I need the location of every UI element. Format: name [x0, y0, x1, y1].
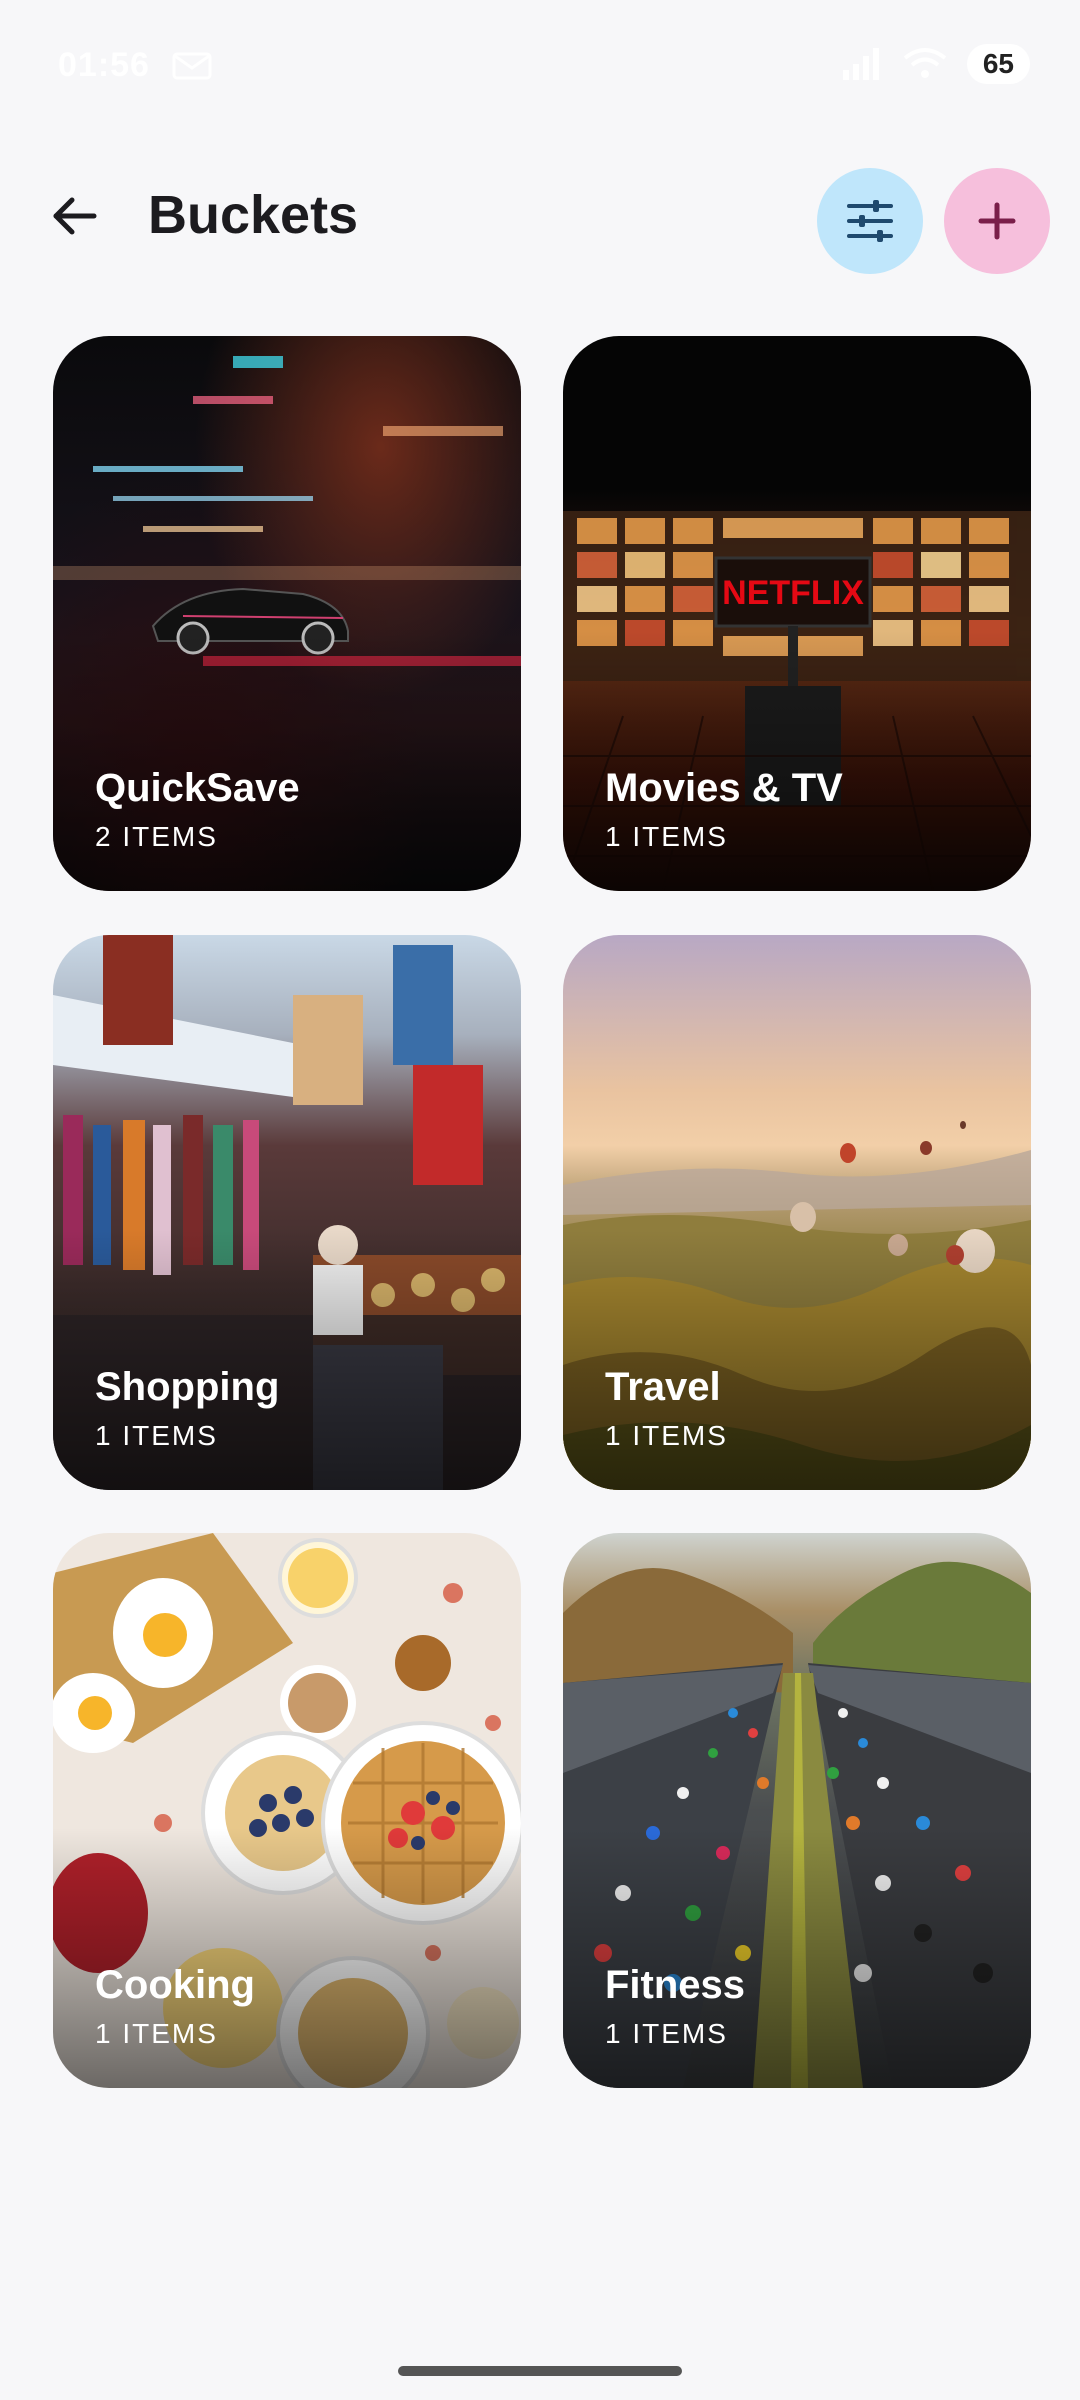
bucket-card-movies-tv[interactable]: NETFLIX Movies & TV 1 ITEMS	[563, 336, 1031, 891]
bucket-card-quicksave[interactable]: QuickSave 2 ITEMS	[53, 336, 521, 891]
add-bucket-button[interactable]	[944, 168, 1050, 274]
bucket-card-shopping[interactable]: Shopping 1 ITEMS	[53, 935, 521, 1490]
netflix-logo-text: NETFLIX	[722, 574, 864, 612]
status-icons: 65	[839, 44, 1030, 84]
bucket-count: 2 ITEMS	[95, 821, 218, 852]
bucket-name: Cooking	[95, 1963, 255, 2007]
plus-icon	[978, 202, 1016, 240]
bucket-count: 1 ITEMS	[605, 2018, 728, 2049]
tune-icon	[847, 200, 893, 242]
back-button[interactable]	[44, 186, 104, 246]
bucket-card-travel[interactable]: Travel 1 ITEMS	[563, 935, 1031, 1490]
bucket-name: Movies & TV	[605, 766, 843, 810]
bucket-count: 1 ITEMS	[95, 1420, 218, 1451]
bucket-name: Shopping	[95, 1365, 280, 1409]
bucket-count: 1 ITEMS	[605, 821, 728, 852]
status-bar: 01:56 65	[0, 0, 1080, 130]
bucket-count: 1 ITEMS	[605, 1420, 728, 1451]
filter-button[interactable]	[817, 168, 923, 274]
bucket-card-cooking[interactable]: Cooking 1 ITEMS	[53, 1533, 521, 2088]
wifi-icon	[903, 48, 947, 78]
back-arrow-icon	[53, 197, 97, 235]
bucket-name: Fitness	[605, 1963, 746, 2007]
status-time: 01:56	[58, 46, 150, 84]
battery-indicator: 65	[966, 44, 1030, 84]
bucket-count: 1 ITEMS	[95, 2018, 218, 2049]
home-indicator[interactable]	[398, 2366, 682, 2376]
signal-icon	[842, 48, 879, 80]
bucket-card-fitness[interactable]: Fitness 1 ITEMS	[563, 1533, 1031, 2088]
bucket-name: QuickSave	[95, 766, 300, 810]
page-title: Buckets	[148, 185, 359, 245]
mail-icon	[172, 52, 212, 80]
bucket-name: Travel	[605, 1365, 721, 1409]
